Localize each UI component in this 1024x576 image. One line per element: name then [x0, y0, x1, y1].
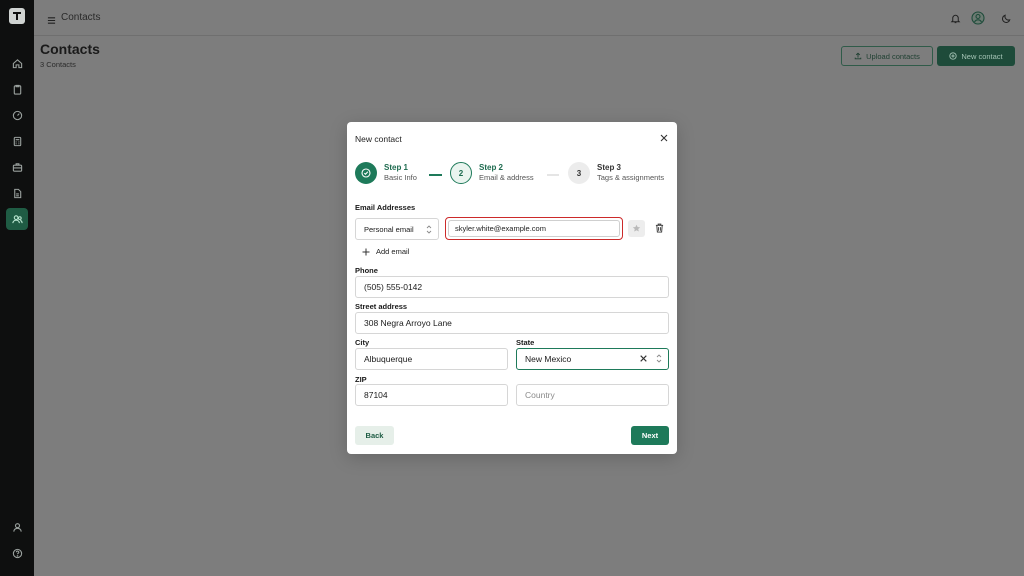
app-logo[interactable]: [9, 8, 25, 24]
upload-icon: [854, 52, 862, 60]
document-icon[interactable]: [6, 182, 28, 204]
new-contact-dialog: New contact Step 1 Basic Info 2 Step 2 E…: [347, 122, 677, 454]
city-input[interactable]: Albuquerque: [355, 348, 508, 370]
street-input[interactable]: 308 Negra Arroyo Lane: [355, 312, 669, 334]
back-button[interactable]: Back: [355, 426, 394, 445]
zip-value: 87104: [364, 390, 388, 400]
home-icon[interactable]: [6, 52, 28, 74]
sidebar: [0, 0, 34, 576]
email-value: skyler.white@example.com: [448, 220, 620, 237]
next-button[interactable]: Next: [631, 426, 669, 445]
step-connector: [429, 174, 442, 176]
zip-input[interactable]: 87104: [355, 384, 508, 406]
clipboard-icon[interactable]: [6, 78, 28, 100]
step-3-subtitle: Tags & assignments: [597, 173, 665, 182]
phone-input[interactable]: (505) 555-0142: [355, 276, 669, 298]
briefcase-icon[interactable]: [6, 156, 28, 178]
clear-icon[interactable]: [639, 354, 648, 363]
help-icon[interactable]: [6, 542, 28, 564]
close-icon[interactable]: [658, 132, 670, 144]
page-title: Contacts: [40, 41, 100, 57]
menu-icon[interactable]: [47, 12, 56, 30]
step-3-title: Step 3: [597, 163, 622, 172]
breadcrumb: Contacts: [61, 12, 101, 23]
dialog-title: New contact: [355, 134, 402, 144]
trash-icon[interactable]: [652, 221, 666, 235]
account-icon[interactable]: [969, 9, 987, 27]
add-email-button[interactable]: Add email: [362, 247, 409, 256]
step-3: 3 Step 3 Tags & assignments: [568, 162, 664, 184]
contacts-icon[interactable]: [6, 208, 28, 230]
step-1: Step 1 Basic Info: [355, 162, 417, 184]
chevron-up-down-icon: [656, 354, 662, 363]
zip-label: ZIP: [355, 375, 367, 384]
chevron-up-down-icon: [426, 225, 432, 234]
dark-mode-icon[interactable]: [997, 9, 1015, 27]
street-label: Street address: [355, 302, 408, 311]
email-type-value: Personal email: [364, 224, 414, 234]
country-placeholder: Country: [525, 390, 555, 400]
phone-label: Phone: [355, 266, 378, 275]
user-icon[interactable]: [6, 516, 28, 538]
step-1-subtitle: Basic Info: [384, 173, 417, 182]
email-type-select[interactable]: Personal email: [355, 218, 439, 240]
star-icon[interactable]: [628, 220, 645, 237]
street-value: 308 Negra Arroyo Lane: [364, 318, 452, 328]
step-2-number: 2: [450, 162, 472, 184]
step-2-title: Step 2: [479, 163, 504, 172]
email-input[interactable]: skyler.white@example.com: [445, 217, 623, 240]
step-connector: [547, 174, 559, 176]
state-select[interactable]: New Mexico: [516, 348, 669, 370]
upload-contacts-button[interactable]: Upload contacts: [841, 46, 933, 66]
state-value: New Mexico: [525, 354, 572, 364]
plus-circle-icon: [949, 52, 957, 60]
state-label: State: [516, 338, 535, 347]
step-2: 2 Step 2 Email & address: [450, 162, 534, 184]
plus-icon: [362, 248, 370, 255]
contact-count: 3 Contacts: [40, 60, 76, 69]
step-3-number: 3: [568, 162, 590, 184]
step-2-subtitle: Email & address: [479, 173, 534, 182]
new-contact-button[interactable]: New contact: [937, 46, 1015, 66]
gauge-icon[interactable]: [6, 104, 28, 126]
phone-value: (505) 555-0142: [364, 282, 423, 292]
new-contact-label: New contact: [961, 51, 1003, 61]
add-email-label: Add email: [376, 247, 410, 256]
step-1-title: Step 1: [384, 163, 409, 172]
calculator-icon[interactable]: [6, 130, 28, 152]
email-addresses-label: Email Addresses: [355, 203, 416, 212]
check-circle-icon: [355, 162, 377, 184]
country-input[interactable]: Country: [516, 384, 669, 406]
bell-icon[interactable]: [946, 9, 964, 27]
city-value: Albuquerque: [364, 354, 413, 364]
upload-contacts-label: Upload contacts: [866, 51, 920, 61]
city-label: City: [355, 338, 370, 347]
top-bar: Contacts: [34, 0, 1024, 36]
